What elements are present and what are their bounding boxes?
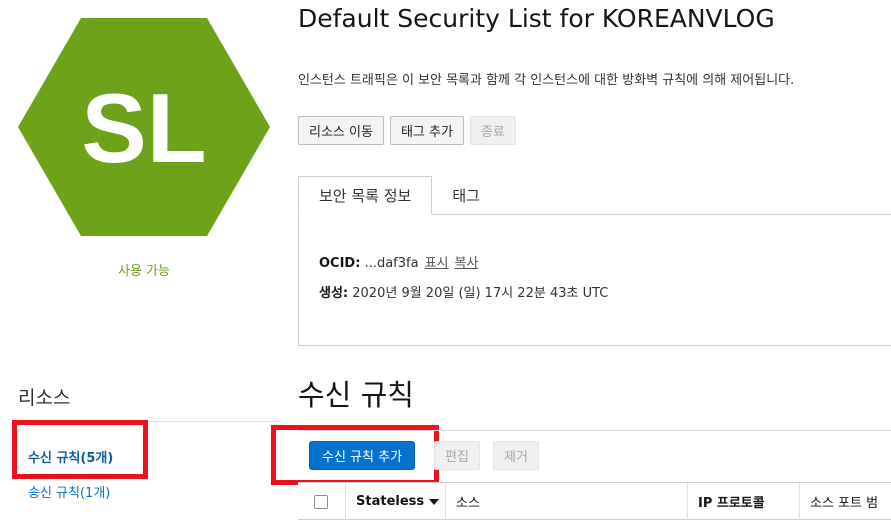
terminate-button[interactable]: 종료 <box>469 116 516 145</box>
column-label: IP 프로토콜 <box>698 496 765 511</box>
created-label: 생성: <box>319 286 349 301</box>
ocid-value: ...daf3fa <box>364 256 419 271</box>
tab-tags[interactable]: 태그 <box>432 176 500 215</box>
ocid-label: OCID: <box>319 256 361 271</box>
created-value: 2020년 9월 20일 (일) 17시 22분 43초 UTC <box>352 286 609 301</box>
page: SL 사용 가능 리소스 수신 규칙(5개) 송신 규칙(1개) Default… <box>0 0 891 526</box>
created-row: 생성: 2020년 9월 20일 (일) 17시 22분 43초 UTC <box>319 282 608 301</box>
highlight-box-sidebar <box>12 420 148 479</box>
ingress-rules-title: 수신 규칙 <box>298 378 414 412</box>
info-panel: OCID: ...daf3fa 표시 복사 생성: 2020년 9월 20일 (일)… <box>298 214 891 346</box>
column-label: Stateless <box>356 494 425 509</box>
page-title: Default Security List for KOREANVLOG <box>298 4 775 33</box>
tab-security-list-info[interactable]: 보안 목록 정보 <box>298 176 433 215</box>
sidebar-item-count: (1개) <box>79 486 111 501</box>
resource-badge: SL <box>18 18 270 236</box>
add-tag-button[interactable]: 태그 추가 <box>389 116 464 145</box>
column-label: 소스 포트 범 <box>810 496 879 511</box>
tab-bar: 보안 목록 정보 태그 <box>298 176 500 215</box>
add-ingress-rule-button[interactable]: 수신 규칙 추가 <box>309 441 416 470</box>
column-source-port-range[interactable]: 소스 포트 범 <box>800 483 891 520</box>
remove-button[interactable]: 제거 <box>493 441 539 470</box>
select-all-checkbox[interactable] <box>314 494 328 509</box>
ocid-row: OCID: ...daf3fa 표시 복사 <box>319 252 478 271</box>
rules-table-header: Stateless 소스 IP 프로토콜 소스 포트 범 <box>298 482 891 520</box>
page-description: 인스턴스 트래픽은 이 보안 목록과 함께 각 인스턴스에 대한 방화벽 규칙에… <box>298 73 795 88</box>
column-label: 소스 <box>456 496 480 511</box>
badge-text: SL <box>81 73 206 183</box>
column-source[interactable]: 소스 <box>446 483 688 520</box>
move-resource-button[interactable]: 리소스 이동 <box>298 116 384 145</box>
action-bar: 리소스 이동 태그 추가 종료 <box>298 116 516 145</box>
sidebar-item-label: 송신 규칙 <box>28 486 80 501</box>
column-stateless[interactable]: Stateless <box>346 483 446 520</box>
sort-caret-icon <box>429 498 440 505</box>
sidebar-item-egress-rules[interactable]: 송신 규칙(1개) <box>28 482 110 501</box>
edit-button[interactable]: 편집 <box>434 441 480 470</box>
copy-ocid-link[interactable]: 복사 <box>455 256 479 271</box>
column-ip-protocol[interactable]: IP 프로토콜 <box>688 483 800 520</box>
resources-title: 리소스 <box>18 387 71 409</box>
show-ocid-link[interactable]: 표시 <box>425 256 449 271</box>
select-all-cell <box>298 483 346 520</box>
section-divider <box>298 430 891 431</box>
status-label: 사용 가능 <box>118 264 170 279</box>
